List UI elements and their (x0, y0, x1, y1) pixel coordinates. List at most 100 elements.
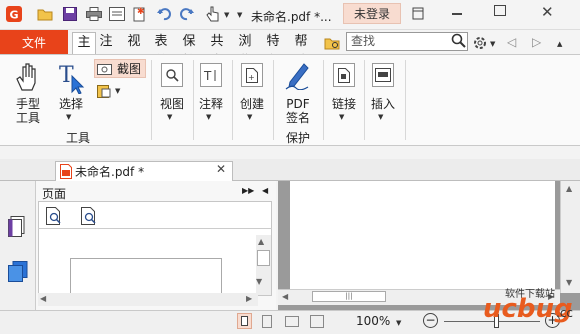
settings-dropdown-icon[interactable]: ▼ (490, 40, 495, 48)
nav-back-icon[interactable]: ◁ (507, 35, 516, 49)
create-label[interactable]: 创建 (235, 97, 269, 111)
insert-label[interactable]: 插入 (366, 97, 400, 111)
create-dropdown-icon[interactable]: ▼ (247, 113, 252, 121)
tab-browse[interactable]: 浏览 (235, 32, 255, 69)
doc-scroll-thumb[interactable]: ||| (312, 291, 386, 302)
panel-collapse-icon[interactable]: ◀ (262, 186, 268, 195)
comment-dropdown-icon[interactable]: ▼ (206, 113, 211, 121)
link-dropdown-icon[interactable]: ▼ (339, 113, 344, 121)
tab-protect[interactable]: 保护 (179, 32, 199, 69)
zoom-in-page-icon[interactable] (81, 207, 97, 228)
ribbon-divider (273, 60, 274, 140)
zoom-level[interactable]: 100% (356, 314, 390, 328)
search-input[interactable]: 查找 (346, 32, 468, 51)
page-thumbnails-icon[interactable] (8, 216, 26, 241)
customize-dropdown-icon[interactable]: ▼ (237, 11, 242, 19)
new-document-icon[interactable]: ✱ (131, 6, 147, 22)
link-label[interactable]: 链接 (327, 97, 361, 111)
document-page[interactable] (290, 181, 555, 289)
doc-scroll-up-icon[interactable]: ▲ (566, 184, 572, 193)
side-nav-strip (0, 181, 36, 310)
redo-icon[interactable] (179, 6, 195, 22)
create-pdf-icon[interactable]: + (241, 63, 263, 87)
tab-help[interactable]: 帮助 (291, 32, 311, 69)
minimize-icon[interactable] (452, 13, 462, 15)
ribbon-gap (0, 147, 580, 159)
document-tab-title: 未命名.pdf * (75, 165, 145, 179)
tab-view[interactable]: 视图 (124, 32, 144, 69)
skin-icon[interactable] (410, 5, 426, 21)
panel-divider (38, 228, 272, 229)
tab-home[interactable]: 主页 (72, 32, 96, 70)
pdf-sign-label-2[interactable]: 签名 (280, 111, 316, 125)
file-menu-button[interactable]: 文件 (0, 30, 68, 54)
tab-close-icon[interactable]: ✕ (216, 162, 226, 176)
print-icon[interactable] (86, 6, 102, 22)
view-zoom-icon[interactable] (161, 63, 183, 87)
select-dropdown-icon[interactable]: ▼ (66, 113, 71, 121)
page-thumbnail[interactable] (70, 258, 222, 298)
tab-form[interactable]: 表单 (151, 32, 171, 69)
single-page-glyph (241, 316, 248, 326)
gear-icon[interactable] (472, 35, 488, 51)
view-label[interactable]: 视图 (155, 97, 189, 111)
tab-featured[interactable]: 特色 (263, 32, 283, 69)
panel-title: 页面 (42, 187, 67, 201)
close-icon[interactable]: ✕ (541, 3, 554, 21)
find-folder-icon[interactable] (324, 35, 340, 51)
ribbon-divider (232, 60, 233, 140)
zoom-dropdown-icon[interactable]: ▼ (396, 319, 401, 327)
facing-view-icon[interactable] (285, 316, 299, 327)
select-text-icon[interactable]: T (58, 62, 86, 97)
clipboard-icon[interactable] (97, 83, 111, 101)
foxit-logo-icon[interactable]: G (6, 6, 22, 22)
zoom-out-page-icon[interactable] (46, 207, 62, 228)
properties-icon[interactable] (109, 6, 125, 22)
ribbon-divider (323, 60, 324, 140)
scroll-down-icon[interactable]: ▼ (256, 277, 262, 286)
link-icon[interactable] (333, 63, 355, 87)
search-icon[interactable] (451, 33, 467, 49)
hand-tool-label-1: 手型 (15, 97, 40, 111)
pdf-sign-label-1[interactable]: PDF (280, 97, 316, 111)
save-icon[interactable] (62, 6, 78, 22)
layers-icon[interactable] (8, 261, 28, 286)
doc-scroll-down-icon[interactable]: ▼ (566, 278, 572, 287)
continuous-facing-view-icon[interactable] (310, 315, 324, 328)
maximize-icon[interactable] (494, 5, 506, 16)
pen-sign-icon[interactable] (284, 60, 312, 93)
doc-scroll-left-icon[interactable]: ◀ (282, 292, 288, 301)
typewriter-icon[interactable]: T (200, 63, 222, 87)
ribbon-divider (364, 60, 365, 140)
zoom-out-icon[interactable]: − (423, 313, 438, 328)
select-label[interactable]: 选择 (54, 97, 88, 111)
nav-forward-icon[interactable]: ▷ (532, 35, 541, 49)
quick-access-dropdown-icon[interactable]: ▼ (224, 11, 229, 19)
svg-text:+: + (248, 73, 255, 82)
protect-group-label: 保护 (285, 131, 310, 145)
window-title: 未命名.pdf *... (251, 10, 332, 24)
ribbon-divider (151, 60, 152, 140)
tab-comment[interactable]: 注释 (96, 32, 116, 69)
ribbon-collapse-icon[interactable]: ▲ (557, 40, 562, 48)
insert-icon[interactable] (372, 63, 394, 87)
snapshot-label: 截图 (116, 62, 141, 76)
panel-expand-icon[interactable]: ▶▶ (242, 186, 254, 195)
comment-label[interactable]: 注释 (194, 97, 228, 111)
undo-icon[interactable] (156, 6, 172, 22)
scroll-up-icon[interactable]: ▲ (258, 237, 264, 246)
scroll-left-icon[interactable]: ◀ (40, 294, 46, 303)
document-vertical-scrollbar[interactable] (560, 181, 580, 293)
hand-tool-icon[interactable] (14, 62, 40, 95)
continuous-view-icon[interactable] (262, 315, 272, 328)
scroll-right-icon[interactable]: ▶ (246, 294, 252, 303)
insert-dropdown-icon[interactable]: ▼ (378, 113, 383, 121)
clipboard-dropdown-icon[interactable]: ▼ (115, 87, 120, 95)
open-folder-icon[interactable] (37, 6, 53, 22)
view-dropdown-icon[interactable]: ▼ (167, 113, 172, 121)
tab-share[interactable]: 共享 (207, 32, 227, 69)
login-button[interactable]: 未登录 (343, 3, 401, 24)
thumbnail-horizontal-scrollbar[interactable] (38, 293, 258, 306)
hand-pointer-icon[interactable] (205, 6, 221, 22)
thumbnail-scroll-thumb[interactable] (257, 250, 270, 266)
